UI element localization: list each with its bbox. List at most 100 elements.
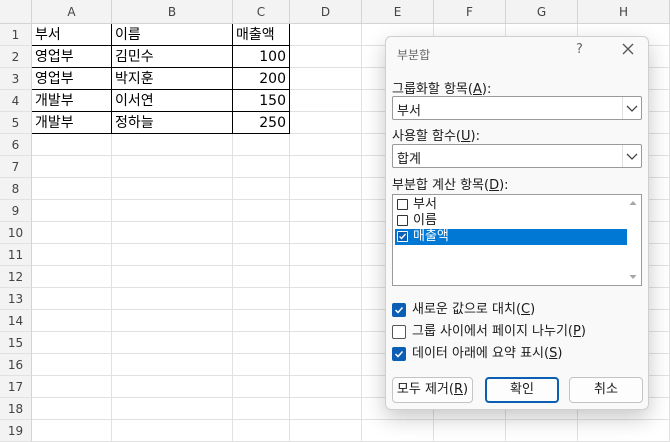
cell[interactable] xyxy=(290,178,362,200)
chevron-down-icon[interactable] xyxy=(622,97,641,119)
cell[interactable] xyxy=(112,178,233,200)
cell[interactable] xyxy=(233,376,290,398)
cell[interactable] xyxy=(290,156,362,178)
cell[interactable] xyxy=(32,332,112,354)
cell[interactable] xyxy=(112,332,233,354)
cell[interactable] xyxy=(290,376,362,398)
list-item-dept[interactable]: 부서 xyxy=(395,197,627,213)
column-header-c[interactable]: C xyxy=(233,0,290,24)
row-header-4[interactable]: 4 xyxy=(0,90,32,112)
cell-a3[interactable]: 영업부 xyxy=(32,68,112,90)
cell[interactable] xyxy=(233,420,290,442)
group-by-select[interactable]: 부서 xyxy=(392,96,642,120)
cell[interactable] xyxy=(32,376,112,398)
cell[interactable] xyxy=(233,134,290,156)
list-item-name[interactable]: 이름 xyxy=(395,213,627,229)
cell[interactable] xyxy=(112,288,233,310)
cell[interactable] xyxy=(290,68,362,90)
list-scrollbar[interactable] xyxy=(626,196,640,284)
cell[interactable] xyxy=(112,200,233,222)
ok-button[interactable]: 확인 xyxy=(485,377,559,403)
row-header-9[interactable]: 9 xyxy=(0,200,32,222)
row-header-12[interactable]: 12 xyxy=(0,266,32,288)
cell[interactable] xyxy=(32,200,112,222)
cell[interactable] xyxy=(233,156,290,178)
cell[interactable] xyxy=(112,134,233,156)
row-header-10[interactable]: 10 xyxy=(0,222,32,244)
cell-b3[interactable]: 박지훈 xyxy=(112,68,233,90)
row-header-8[interactable]: 8 xyxy=(0,178,32,200)
row-header-7[interactable]: 7 xyxy=(0,156,32,178)
cell[interactable] xyxy=(112,222,233,244)
row-header-11[interactable]: 11 xyxy=(0,244,32,266)
row-header-6[interactable]: 6 xyxy=(0,134,32,156)
cell[interactable] xyxy=(32,244,112,266)
cell[interactable] xyxy=(32,222,112,244)
cell[interactable] xyxy=(290,244,362,266)
cell[interactable] xyxy=(32,134,112,156)
cell-b4[interactable]: 이서연 xyxy=(112,90,233,112)
cell-a2[interactable]: 영업부 xyxy=(32,46,112,68)
checkbox[interactable] xyxy=(397,199,408,210)
add-subtotal-list[interactable]: 부서 이름 매출액 xyxy=(392,194,642,286)
row-header-13[interactable]: 13 xyxy=(0,288,32,310)
cancel-button[interactable]: 취소 xyxy=(569,377,643,403)
cell[interactable] xyxy=(32,178,112,200)
cell[interactable] xyxy=(32,354,112,376)
close-icon[interactable] xyxy=(619,40,637,58)
cell[interactable] xyxy=(112,266,233,288)
cell[interactable] xyxy=(112,310,233,332)
row-header-19[interactable]: 19 xyxy=(0,420,32,442)
cell[interactable] xyxy=(578,420,670,442)
cell[interactable] xyxy=(506,420,578,442)
cell[interactable] xyxy=(233,222,290,244)
row-header-2[interactable]: 2 xyxy=(0,46,32,68)
cell[interactable] xyxy=(233,200,290,222)
cell[interactable] xyxy=(290,332,362,354)
row-header-5[interactable]: 5 xyxy=(0,112,32,134)
cell[interactable] xyxy=(290,46,362,68)
cell[interactable] xyxy=(290,112,362,134)
cell[interactable] xyxy=(112,156,233,178)
cell[interactable] xyxy=(233,332,290,354)
cell[interactable] xyxy=(434,420,506,442)
cell-a4[interactable]: 개발부 xyxy=(32,90,112,112)
column-header-h[interactable]: H xyxy=(578,0,670,24)
cell[interactable] xyxy=(233,244,290,266)
cell[interactable] xyxy=(112,354,233,376)
cell[interactable] xyxy=(290,200,362,222)
cell[interactable] xyxy=(290,222,362,244)
cell[interactable] xyxy=(233,398,290,420)
function-select[interactable]: 합계 xyxy=(392,144,642,168)
row-header-16[interactable]: 16 xyxy=(0,354,32,376)
row-header-14[interactable]: 14 xyxy=(0,310,32,332)
cell-a1[interactable]: 부서 xyxy=(32,24,112,46)
column-header-a[interactable]: A xyxy=(32,0,112,24)
row-header-1[interactable]: 1 xyxy=(0,24,32,46)
remove-all-button[interactable]: 모두 제거(R) xyxy=(392,377,473,403)
cell[interactable] xyxy=(290,266,362,288)
cell-c5[interactable]: 250 xyxy=(233,112,290,134)
column-header-g[interactable]: G xyxy=(506,0,578,24)
column-header-d[interactable]: D xyxy=(290,0,362,24)
cell[interactable] xyxy=(112,376,233,398)
checkbox-checked[interactable] xyxy=(392,303,406,317)
cell[interactable] xyxy=(112,244,233,266)
cell[interactable] xyxy=(290,134,362,156)
cell[interactable] xyxy=(290,398,362,420)
cell[interactable] xyxy=(233,310,290,332)
cell[interactable] xyxy=(290,288,362,310)
cell[interactable] xyxy=(233,354,290,376)
checkbox-checked[interactable] xyxy=(392,347,406,361)
column-header-e[interactable]: E xyxy=(362,0,434,24)
row-header-18[interactable]: 18 xyxy=(0,398,32,420)
cell-b1[interactable]: 이름 xyxy=(112,24,233,46)
cell[interactable] xyxy=(233,178,290,200)
row-header-15[interactable]: 15 xyxy=(0,332,32,354)
cell[interactable] xyxy=(112,420,233,442)
cell[interactable] xyxy=(290,90,362,112)
chevron-down-icon[interactable] xyxy=(622,145,641,167)
checkbox[interactable] xyxy=(397,215,408,226)
cell-c1[interactable]: 매출액 xyxy=(233,24,290,46)
cell[interactable] xyxy=(112,398,233,420)
